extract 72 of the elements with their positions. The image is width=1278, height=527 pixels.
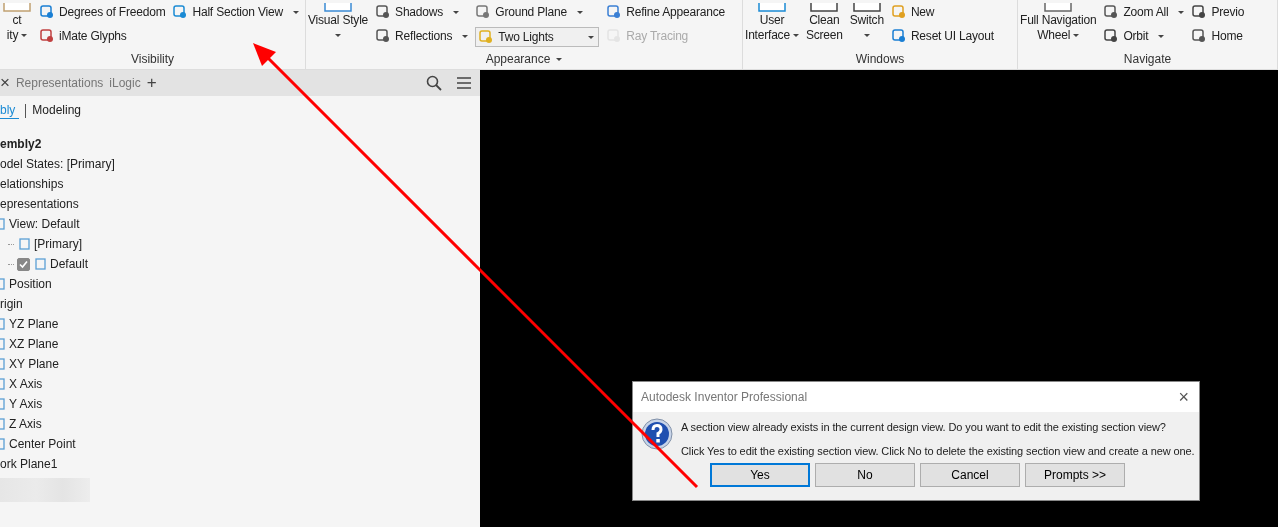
ribbon-button[interactable]: Clean Screen [805,3,843,43]
tree-item[interactable]: Z Axis [0,414,480,434]
ribbon-button[interactable]: Reset UI Layout [890,27,994,45]
ribbon-button[interactable]: Home [1191,27,1245,45]
tree-item[interactable]: X Axis [0,374,480,394]
search-icon[interactable] [426,75,442,91]
close-button[interactable]: × [1178,386,1189,408]
ribbon-button[interactable]: ct ity [2,3,32,43]
node-icon [0,277,6,291]
browser-subtab[interactable]: bly [0,103,20,119]
close-button[interactable]: × [0,73,10,93]
browser-subtab[interactable]: Modeling [32,103,86,119]
tree-item[interactable]: epresentations [0,194,480,214]
dialog-button[interactable]: Cancel [920,463,1020,487]
ribbon-button[interactable]: Switch [849,3,884,37]
dialog-title: Autodesk Inventor Professional [641,390,808,404]
node-icon [0,317,6,331]
node-icon [0,217,6,231]
tree-item[interactable]: Center Point [0,434,480,454]
ribbon-button[interactable]: User Interface [745,3,799,43]
node-icon [0,437,6,451]
tree-item[interactable]: Position [0,274,480,294]
tree-item[interactable]: Y Axis [0,394,480,414]
tree-connector [8,243,14,245]
dialog-button[interactable]: No [815,463,915,487]
group-label: Windows [854,51,906,68]
lighting-dropdown[interactable]: Two Lights [475,27,600,47]
tree-item[interactable]: elationships [0,174,480,194]
tree-item[interactable]: odel States: [Primary] [0,154,480,174]
node-icon [33,257,47,271]
dialog-message: A section view already exists in the current design view. Do you want to edit the existing section view? [681,421,1167,433]
group-label[interactable]: Appearance [306,49,742,69]
node-icon [17,237,31,251]
ribbon-button[interactable]: Full Navigation Wheel [1020,3,1097,43]
ribbon-button[interactable]: Previo [1191,3,1245,21]
tree-connector [8,263,14,265]
dialog-button[interactable]: Yes [710,463,810,487]
ribbon-button[interactable]: Half Section View [172,3,299,21]
ribbon-button[interactable]: Ground Plane [475,3,600,21]
node-icon [0,357,6,371]
question-icon [641,418,673,450]
menu-icon[interactable] [456,76,472,90]
node-icon [0,397,6,411]
dialog-button[interactable]: Prompts >> [1025,463,1125,487]
tree-item[interactable]: XY Plane [0,354,480,374]
group-label: Visibility [129,51,176,68]
ribbon-button[interactable]: Degrees of Freedom [39,3,166,21]
ribbon-button[interactable]: Reflections [375,27,469,45]
node-icon [0,377,6,391]
group-label: Navigate [1122,51,1173,68]
tree-item[interactable]: Default [0,254,480,274]
ribbon-button[interactable]: New [890,3,994,21]
ribbon-button[interactable]: Zoom All [1103,3,1185,21]
dialog-detail: Click Yes to edit the existing section view. Click No to delete the existing section view and create a new one. [681,445,1195,457]
ribbon-button[interactable]: Visual Style [308,3,369,37]
tree-item[interactable]: embly2 [0,134,480,154]
tree-item[interactable]: [Primary] [0,234,480,254]
tree-item[interactable]: View: Default [0,214,480,234]
tree-item[interactable]: ork Plane1 [0,454,480,474]
node-icon [0,417,6,431]
ribbon-button[interactable]: Orbit [1103,27,1185,45]
browser-tab[interactable]: iLogic [109,76,141,90]
visibility-checkbox[interactable] [17,257,30,271]
node-icon [0,337,6,351]
browser-tab[interactable]: Representations [15,76,104,90]
ribbon-button[interactable]: Refine Appearance [606,3,725,21]
tree-item[interactable]: XZ Plane [0,334,480,354]
ribbon-button[interactable]: Shadows [375,3,469,21]
ribbon-button[interactable]: iMate Glyphs [39,27,166,45]
add-tab-button[interactable]: + [146,73,157,93]
tree-item[interactable]: YZ Plane [0,314,480,334]
tree-item[interactable]: rigin [0,294,480,314]
